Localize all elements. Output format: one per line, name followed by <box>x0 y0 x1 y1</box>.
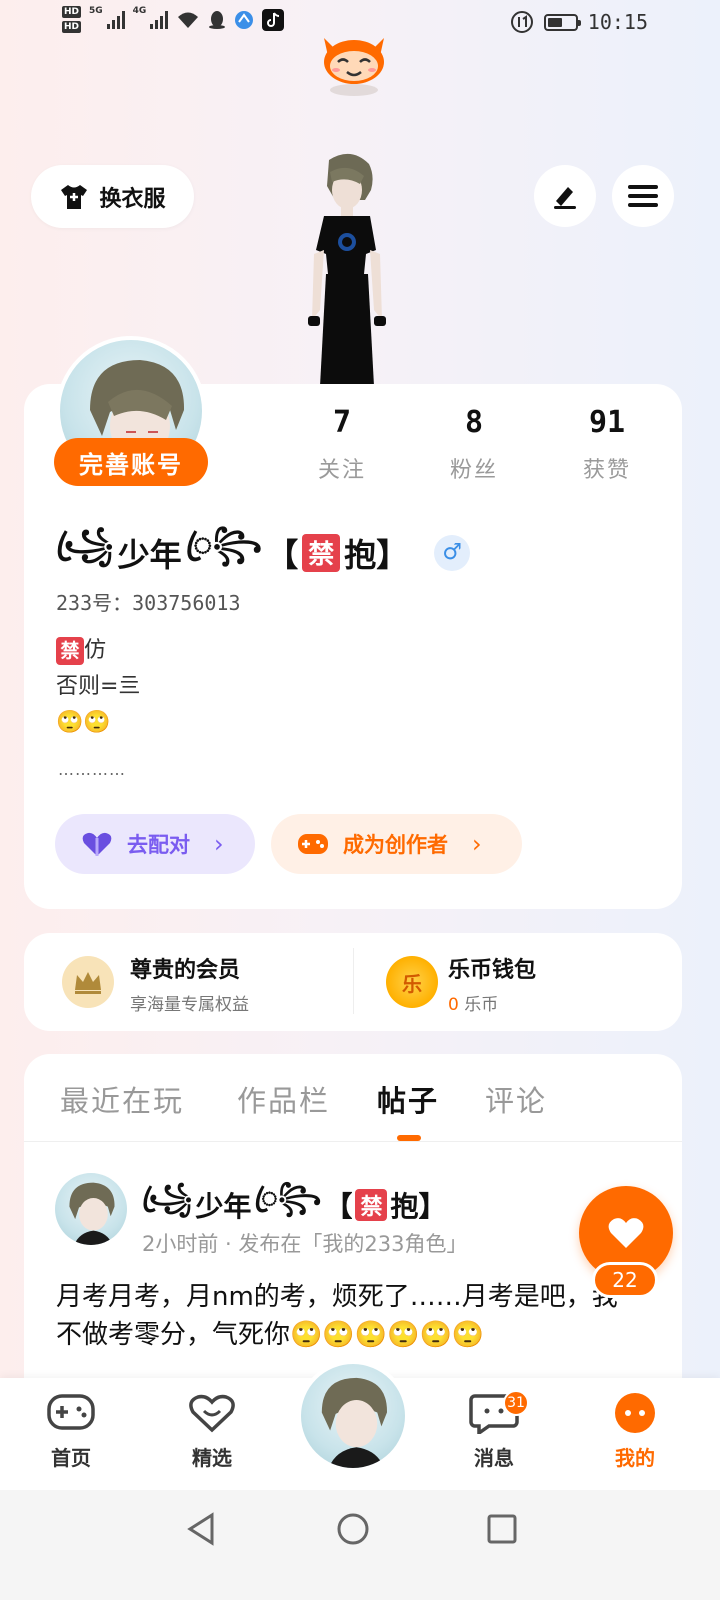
nav-messages-label: 消息 <box>474 1446 514 1470</box>
following-stat[interactable]: 7 关注 <box>287 405 397 484</box>
signal-icon <box>106 10 125 29</box>
wallet-title[interactable]: 乐币钱包 <box>448 952 536 984</box>
avatar-portrait <box>69 1182 115 1245</box>
crown-icon <box>62 956 114 1008</box>
post-username[interactable]: ꧁ꦿ 少年 ꦿ꧂ 【 禁 抱】 <box>142 1176 447 1233</box>
post-text[interactable]: 月考月考，月nm的考，烦死了……月考是吧，我不做考零分，气死你🙄🙄🙄🙄🙄🙄 <box>56 1278 636 1354</box>
menu-button[interactable] <box>612 165 674 227</box>
net-4g-label: 4G <box>132 6 147 16</box>
nav-home-label: 首页 <box>51 1446 91 1470</box>
tshirt-icon <box>61 184 88 209</box>
pair-label: 去配对 <box>127 833 190 857</box>
avatar-character-figure <box>308 153 386 386</box>
back-icon[interactable] <box>186 1512 218 1546</box>
net-5g-label: 5G <box>89 6 103 16</box>
pair-button[interactable]: 去配对 › <box>55 814 255 874</box>
wifi-icon <box>178 12 199 28</box>
nav-featured[interactable]: 精选 <box>167 1392 257 1471</box>
chevron-right-icon: › <box>214 830 224 858</box>
tiktok-icon <box>262 8 285 31</box>
change-outfit-label: 换衣服 <box>99 186 166 212</box>
vip-title[interactable]: 尊贵的会员 <box>130 952 240 984</box>
edit-profile-button[interactable] <box>534 165 596 227</box>
post-meta: 2小时前 · 发布在「我的233角色」 <box>142 1232 468 1256</box>
qq-icon <box>209 10 226 29</box>
tab-works[interactable]: 作品栏 <box>237 1078 330 1120</box>
hd-indicator: HD HD <box>62 6 82 33</box>
become-creator-button[interactable]: 成为创作者 › <box>271 814 522 874</box>
likes-stat[interactable]: 91 获赞 <box>552 405 662 484</box>
coin-icon: 乐 <box>386 956 438 1008</box>
battery-icon <box>543 13 581 31</box>
user-id: 233号：303756013 <box>56 591 241 615</box>
status-left: HD HD 5G 4G <box>62 6 285 33</box>
signal-icon-2 <box>150 10 169 29</box>
avatar-portrait <box>321 1377 387 1468</box>
nav-avatar-center[interactable] <box>297 1360 409 1472</box>
bio-ellipsis: ………… <box>58 760 126 779</box>
tab-recent[interactable]: 最近在玩 <box>60 1078 184 1120</box>
nav-home[interactable]: 首页 <box>26 1392 116 1471</box>
nav-mine[interactable]: 我的 <box>590 1392 680 1471</box>
tab-posts[interactable]: 帖子 <box>377 1078 439 1120</box>
username: ꧁ꦿ 少年 ꦿ꧂ 【 禁 抱】 ♂ <box>56 520 471 585</box>
vip-subtitle: 享海量专属权益 <box>130 995 249 1015</box>
avatar <box>301 1364 405 1468</box>
hamburger-icon <box>628 185 658 207</box>
following-label: 关注 <box>317 458 366 483</box>
ban-emoji: 禁 <box>302 533 341 572</box>
divider <box>353 948 354 1014</box>
likes-label: 获赞 <box>582 458 631 483</box>
data-saver-icon <box>510 11 533 33</box>
pencil-icon <box>554 187 576 209</box>
ban-emoji-bio: 禁 <box>56 637 84 665</box>
followers-count: 8 <box>464 405 484 440</box>
heart-icon <box>608 1218 644 1248</box>
following-count: 7 <box>332 405 352 440</box>
face-icon <box>615 1393 655 1433</box>
chevron-right-icon: › <box>472 830 482 858</box>
message-badge: 31 <box>503 1390 529 1416</box>
change-outfit-button[interactable]: 换衣服 <box>31 165 194 228</box>
heart-outline-icon <box>189 1394 235 1433</box>
nav-mine-label: 我的 <box>615 1446 655 1470</box>
followers-label: 粉丝 <box>449 458 498 483</box>
nav-featured-label: 精选 <box>192 1446 232 1470</box>
gamepad-icon <box>298 834 328 854</box>
mascot-icon <box>324 38 384 96</box>
browser-icon <box>235 10 254 29</box>
bio: 禁仿 否则=亖 🙄🙄 <box>56 637 141 735</box>
home-circle-icon[interactable] <box>336 1512 370 1546</box>
complete-account-button[interactable]: 完善账号 <box>54 438 208 486</box>
clock: 10:15 <box>587 10 648 34</box>
status-right: 10:15 <box>510 10 648 34</box>
likes-count: 91 <box>588 405 626 440</box>
divider <box>24 1141 682 1142</box>
gamepad-icon <box>47 1394 95 1430</box>
ban-emoji: 禁 <box>355 1188 388 1221</box>
male-gender-icon: ♂ <box>434 534 471 571</box>
recents-square-icon[interactable] <box>486 1513 518 1545</box>
creator-label: 成为创作者 <box>343 833 448 857</box>
followers-stat[interactable]: 8 粉丝 <box>419 405 529 484</box>
heart-pair-icon <box>82 832 112 856</box>
wallet-balance: 0 乐币 <box>448 995 499 1015</box>
post-avatar[interactable] <box>55 1173 127 1245</box>
like-count: 22 <box>592 1262 658 1298</box>
tab-comments[interactable]: 评论 <box>485 1078 547 1120</box>
